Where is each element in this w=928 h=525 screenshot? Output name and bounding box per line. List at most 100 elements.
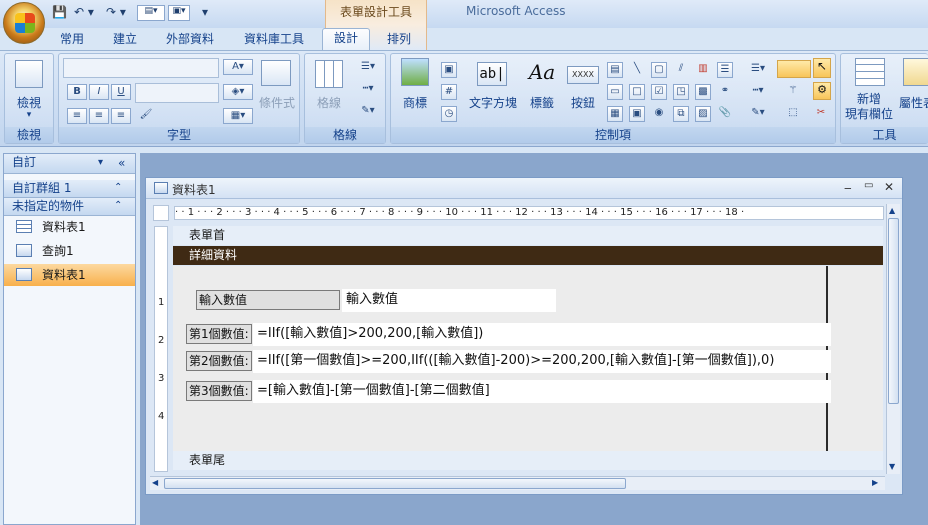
combo-box-icon[interactable]: ▤ — [607, 62, 623, 78]
horizontal-scroll-thumb[interactable] — [164, 478, 626, 489]
scroll-left-icon[interactable]: ◀ — [152, 478, 158, 487]
minimize-icon[interactable]: ‒ — [844, 181, 852, 195]
underline-icon[interactable]: U — [111, 84, 131, 100]
value2-label[interactable]: 第2個數值: — [186, 351, 252, 371]
save-icon[interactable]: 💾 — [52, 5, 67, 21]
close-icon[interactable]: ✕ — [884, 180, 894, 194]
nav-menu-icon[interactable]: ▾ — [98, 157, 103, 168]
align-left-icon[interactable]: ≡ — [67, 108, 87, 124]
input-value-label[interactable]: 輸入數值 — [196, 290, 340, 310]
line-style-icon[interactable]: ┅▾ — [355, 82, 381, 98]
nav-header[interactable]: 自訂 — [4, 154, 135, 174]
unbound-frame-icon[interactable]: ◳ — [673, 84, 689, 100]
date-time-icon[interactable]: ◷ — [441, 106, 457, 122]
hyperlink-icon[interactable]: ⚭ — [717, 84, 733, 100]
align-center-icon[interactable]: ≡ — [89, 108, 109, 124]
property-sheet-icon — [903, 58, 928, 86]
office-button[interactable] — [3, 2, 45, 44]
special-effect-icon[interactable] — [777, 60, 811, 78]
button-button[interactable]: 按鈕 — [565, 94, 601, 111]
section-form-footer[interactable]: 表單尾 — [173, 451, 883, 470]
view-menu-icon[interactable]: ▤▾ — [137, 5, 165, 21]
activex-icon[interactable]: ✂ — [813, 106, 829, 122]
chevron-up-icon[interactable]: ⌃ — [114, 182, 122, 193]
control-wizards-icon[interactable]: ⚚ — [785, 84, 801, 100]
nav-item-query[interactable]: 查詢1 — [4, 240, 135, 262]
vertical-scrollbar[interactable]: ▲ ▼ — [886, 204, 900, 474]
customize-qat-icon[interactable]: ▾ — [202, 5, 208, 21]
attachment-icon[interactable]: 📎 — [717, 106, 733, 122]
section-form-header[interactable]: 表單首 — [173, 226, 883, 245]
bold-icon[interactable]: B — [67, 84, 87, 100]
tab-control-icon[interactable]: ▭ — [607, 84, 623, 100]
nav-collapse-icon[interactable]: « — [118, 156, 125, 170]
undo-icon[interactable]: ↶ ▾ — [74, 5, 94, 21]
form-selector[interactable] — [153, 205, 169, 221]
tab-database-tools[interactable]: 資料庫工具 — [236, 30, 312, 50]
gridline-style-icon[interactable]: ▦▾ — [223, 108, 253, 124]
line-thickness-icon[interactable]: ☰▾ — [745, 62, 771, 78]
option-group-icon[interactable]: ▢ — [651, 62, 667, 78]
tab-design[interactable]: 設計 — [322, 28, 370, 50]
scroll-right-icon[interactable]: ▶ — [872, 478, 878, 487]
image-icon[interactable]: ▩ — [695, 84, 711, 100]
view-dropdown-icon[interactable]: ▾ — [5, 110, 53, 120]
chevron-up-icon[interactable]: ⌃ — [114, 200, 122, 211]
value2-textbox[interactable]: =IIf([第一個數值]>=200,IIf(([輸入數值]-200)>=200,… — [253, 350, 831, 373]
tab-home[interactable]: 常用 — [52, 30, 92, 50]
use-wizard-icon[interactable]: ⚙ — [813, 82, 831, 100]
nav-item-form[interactable]: 資料表1 — [4, 264, 135, 286]
list-box-icon[interactable]: ☰ — [717, 62, 733, 78]
line-width-icon[interactable]: ☰▾ — [355, 60, 381, 76]
input-value-textbox[interactable]: 輸入數值 — [342, 289, 556, 312]
value1-label[interactable]: 第1個數值: — [186, 324, 252, 344]
bound-frame-icon[interactable]: ▣ — [629, 106, 645, 122]
scroll-up-icon[interactable]: ▲ — [889, 206, 895, 215]
gridlines-button[interactable]: 格線 — [309, 94, 349, 111]
horizontal-scrollbar[interactable]: ◀ ▶ — [150, 476, 885, 490]
label-button[interactable]: 標籤 — [523, 94, 561, 111]
add-existing-fields-button[interactable]: 新增 現有欄位 — [841, 92, 897, 122]
align-right-icon[interactable]: ≡ — [111, 108, 131, 124]
toggle-button-icon[interactable]: ⫽ — [673, 62, 689, 78]
value3-label[interactable]: 第3個數值: — [186, 381, 252, 401]
checkbox-icon[interactable]: ☑ — [651, 84, 667, 100]
tab-external-data[interactable]: 外部資料 — [158, 30, 222, 50]
select-pointer-icon[interactable]: ↖ — [813, 58, 831, 78]
title-icon[interactable]: ▣ — [441, 62, 457, 78]
line-type-icon[interactable]: ┅▾ — [745, 84, 771, 100]
font-size-combo[interactable] — [135, 83, 219, 103]
redo-icon[interactable]: ↷ ▾ — [106, 5, 126, 21]
conditional-format-button[interactable]: 條件式 — [255, 94, 299, 111]
window-switch-icon[interactable]: ▣▾ — [168, 5, 190, 21]
font-color-icon[interactable]: A▾ — [223, 59, 253, 75]
section-detail[interactable]: 詳細資料 — [173, 246, 883, 265]
subform-icon[interactable]: ▦ — [607, 106, 623, 122]
format-painter-icon[interactable]: 🖌 — [137, 108, 155, 124]
picture-icon[interactable]: ▨ — [695, 106, 711, 122]
option-button-icon[interactable]: ◉ — [651, 106, 667, 122]
font-name-combo[interactable] — [63, 58, 219, 78]
value3-textbox[interactable]: =[輸入數值]-[第一個數值]-[第二個數值] — [253, 380, 831, 403]
textbox-button[interactable]: 文字方塊 — [467, 94, 519, 111]
tab-create[interactable]: 建立 — [104, 30, 146, 50]
scroll-down-icon[interactable]: ▼ — [889, 462, 895, 471]
line-color-icon[interactable]: ✎▾ — [355, 104, 381, 120]
tab-arrange[interactable]: 排列 — [378, 30, 420, 50]
rectangle-icon[interactable]: □ — [629, 84, 645, 100]
value1-textbox[interactable]: =IIf([輸入數值]>200,200,[輸入數值]) — [253, 323, 831, 346]
nav-item-table[interactable]: 資料表1 — [4, 216, 135, 238]
view-button[interactable]: 檢視 — [5, 94, 53, 111]
fill-color-icon[interactable]: ◈▾ — [223, 84, 253, 100]
page-break-icon[interactable]: ⧉ — [673, 106, 689, 122]
logo-button[interactable]: 商標 — [395, 94, 435, 111]
line-color-controls-icon[interactable]: ✎▾ — [745, 106, 771, 122]
vertical-scroll-thumb[interactable] — [888, 218, 899, 404]
line-icon[interactable]: ╲ — [629, 62, 645, 78]
restore-icon[interactable]: ▭ — [864, 180, 873, 191]
insert-activex-icon[interactable]: ⬚ — [785, 106, 801, 122]
italic-icon[interactable]: I — [89, 84, 109, 100]
chart-icon[interactable]: ▥ — [695, 62, 711, 78]
property-sheet-button[interactable]: 屬性表 — [899, 94, 928, 111]
page-number-icon[interactable]: # — [441, 84, 457, 100]
